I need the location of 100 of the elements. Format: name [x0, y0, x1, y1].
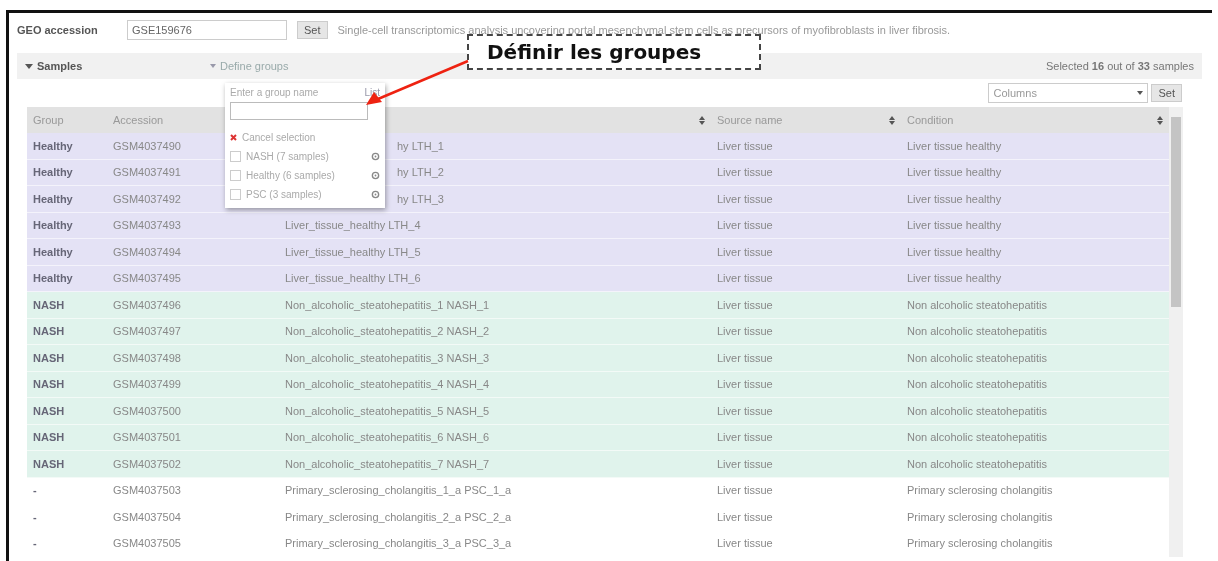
- title-cell-text: Non_alcoholic_steatohepatitis_1 NASH_1: [284, 298, 491, 311]
- sample-row[interactable]: NASH GSM4037499 Non_alcoholic_steatohepatitis_4 NASH_4 Liver tissue Non alcoholic steatohepatitis: [27, 371, 1169, 398]
- source-cell-text: Liver tissue: [716, 431, 774, 444]
- geo-accession-label: GEO accession: [17, 24, 99, 36]
- condition-cell-text: Primary sclerosing cholangitis: [906, 537, 1054, 550]
- source-cell-text: Liver tissue: [716, 537, 774, 550]
- title-cell-text: Liver_tissue_healthy LTH_5: [284, 245, 422, 258]
- settings-icon[interactable]: [371, 171, 380, 180]
- sample-row[interactable]: NASH GSM4037500 Non_alcoholic_steatohepatitis_5 NASH_5 Liver tissue Non alcoholic steatohepatitis: [27, 398, 1169, 425]
- condition-cell-text: Liver tissue healthy: [906, 139, 1003, 152]
- condition-cell-text: Non alcoholic steatohepatitis: [906, 298, 1049, 311]
- group-label: PSC (3 samples): [246, 189, 322, 200]
- accession-cell-text: GSM4037504: [112, 510, 182, 523]
- sample-row[interactable]: Healthy GSM4037494 Liver_tissue_healthy LTH_5 Liver tissue Liver tissue healthy: [27, 239, 1169, 266]
- condition-cell-text: Liver tissue healthy: [906, 245, 1003, 258]
- group-cell-text: NASH: [32, 298, 66, 311]
- title-cell-text: Non_alcoholic_steatohepatitis_3 NASH_3: [284, 351, 491, 364]
- settings-icon[interactable]: [371, 152, 380, 161]
- close-icon: [230, 134, 237, 141]
- title-cell-text: Non_alcoholic_steatohepatitis_4 NASH_4: [284, 378, 491, 391]
- accession-cell-text: GSM4037500: [112, 404, 182, 417]
- accession-cell-text: GSM4037499: [112, 378, 182, 391]
- condition-cell-text: Primary sclerosing cholangitis: [906, 484, 1054, 497]
- sample-row[interactable]: NASH GSM4037496 Non_alcoholic_steatohepatitis_1 NASH_1 Liver tissue Non alcoholic steatohepatitis: [27, 292, 1169, 319]
- accession-cell-text: GSM4037492: [112, 192, 182, 205]
- source-cell-text: Liver tissue: [716, 325, 774, 338]
- condition-cell-text: Liver tissue healthy: [906, 272, 1003, 285]
- source-cell-text: Liver tissue: [716, 166, 774, 179]
- condition-cell-text: Non alcoholic steatohepatitis: [906, 404, 1049, 417]
- title-cell-text: Non_alcoholic_steatohepatitis_7 NASH_7: [284, 457, 491, 470]
- group-checkbox[interactable]: [230, 170, 241, 181]
- condition-cell-text: Primary sclerosing cholangitis: [906, 510, 1054, 523]
- columns-select[interactable]: Columns: [988, 83, 1149, 103]
- sort-icon[interactable]: [889, 115, 895, 125]
- condition-cell-text: Liver tissue healthy: [906, 219, 1003, 232]
- condition-cell-text: Liver tissue healthy: [906, 166, 1003, 179]
- sample-row[interactable]: NASH GSM4037501 Non_alcoholic_steatohepatitis_6 NASH_6 Liver tissue Non alcoholic steatohepatitis: [27, 424, 1169, 451]
- sort-icon[interactable]: [699, 115, 705, 125]
- group-checkbox[interactable]: [230, 151, 241, 162]
- accession-cell-text: GSM4037493: [112, 219, 182, 232]
- accession-cell-text: GSM4037505: [112, 537, 182, 550]
- accession-input[interactable]: GSE159676: [127, 20, 287, 40]
- group-cell-text: Healthy: [32, 272, 74, 285]
- title-cell-text: Non_alcoholic_steatohepatitis_6 NASH_6: [284, 431, 491, 444]
- accession-cell-text: GSM4037491: [112, 166, 182, 179]
- title-cell-text: Primary_sclerosing_cholangitis_3_a PSC_3_a: [284, 537, 513, 550]
- condition-cell-text: Non alcoholic steatohepatitis: [906, 378, 1049, 391]
- group-cell-text: -: [32, 510, 38, 523]
- condition-cell-text: Non alcoholic steatohepatitis: [906, 457, 1049, 470]
- condition-cell-text: Non alcoholic steatohepatitis: [906, 351, 1049, 364]
- sample-row[interactable]: Healthy GSM4037493 Liver_tissue_healthy LTH_4 Liver tissue Liver tissue healthy: [27, 212, 1169, 239]
- sample-row[interactable]: NASH GSM4037498 Non_alcoholic_steatohepatitis_3 NASH_3 Liver tissue Non alcoholic steatohepatitis: [27, 345, 1169, 372]
- group-cell-text: NASH: [32, 431, 66, 444]
- group-cell-text: Healthy: [32, 139, 74, 152]
- group-cell-text: NASH: [32, 378, 66, 391]
- source-cell-text: Liver tissue: [716, 484, 774, 497]
- group-label: Healthy (6 samples): [246, 170, 335, 181]
- accession-cell-text: GSM4037494: [112, 245, 182, 258]
- source-cell-text: Liver tissue: [716, 510, 774, 523]
- sample-row[interactable]: NASH GSM4037502 Non_alcoholic_steatohepatitis_7 NASH_7 Liver tissue Non alcoholic steatohepatitis: [27, 451, 1169, 478]
- samples-toggle[interactable]: Samples: [25, 60, 210, 72]
- group-cell-text: NASH: [32, 325, 66, 338]
- group-name-prompt: Enter a group name: [230, 87, 319, 98]
- set-button[interactable]: Set: [297, 21, 328, 39]
- group-cell-text: NASH: [32, 404, 66, 417]
- condition-cell-text: Non alcoholic steatohepatitis: [906, 325, 1049, 338]
- caret-icon: [210, 64, 216, 68]
- group-cell-text: Healthy: [32, 245, 74, 258]
- source-cell-text: Liver tissue: [716, 298, 774, 311]
- settings-icon[interactable]: [371, 190, 380, 199]
- selection-count: Selected 16 out of 33 samples: [1045, 60, 1194, 72]
- scrollbar[interactable]: [1169, 107, 1183, 557]
- group-cell-text: Healthy: [32, 166, 74, 179]
- source-cell-text: Liver tissue: [716, 192, 774, 205]
- group-cell-text: -: [32, 484, 38, 497]
- source-cell-text: Liver tissue: [716, 139, 774, 152]
- group-cell-text: NASH: [32, 457, 66, 470]
- series-description: Single-cell transcriptomics analysis uncovering portal mesenchymal stem cells as precursors of myofibroblasts in liver fibrosis.: [337, 24, 951, 36]
- sample-row[interactable]: NASH GSM4037497 Non_alcoholic_steatohepatitis_2 NASH_2 Liver tissue Non alcoholic steatohepatitis: [27, 318, 1169, 345]
- group-checkbox[interactable]: [230, 189, 241, 200]
- title-cell-text: hy LTH_2: [396, 166, 445, 179]
- source-cell-text: Liver tissue: [716, 245, 774, 258]
- group-name-input[interactable]: [230, 102, 368, 120]
- source-cell-text: Liver tissue: [716, 219, 774, 232]
- group-cell-text: Healthy: [32, 219, 74, 232]
- sort-icon[interactable]: [1157, 115, 1163, 125]
- title-cell-text: hy LTH_3: [396, 192, 445, 205]
- title-cell-text: Liver_tissue_healthy LTH_4: [284, 219, 422, 232]
- accession-cell-text: GSM4037501: [112, 431, 182, 444]
- accession-cell-text: GSM4037502: [112, 457, 182, 470]
- source-cell-text: Liver tissue: [716, 378, 774, 391]
- group-cell-text: Healthy: [32, 192, 74, 205]
- source-cell-text: Liver tissue: [716, 457, 774, 470]
- title-cell-text: Primary_sclerosing_cholangitis_2_a PSC_2_a: [284, 510, 513, 523]
- sample-row[interactable]: Healthy GSM4037495 Liver_tissue_healthy LTH_6 Liver tissue Liver tissue healthy: [27, 265, 1169, 292]
- condition-cell-text: Non alcoholic steatohepatitis: [906, 431, 1049, 444]
- accession-cell-text: GSM4037490: [112, 139, 182, 152]
- columns-set-button[interactable]: Set: [1151, 84, 1182, 102]
- title-cell-text: Liver_tissue_healthy LTH_6: [284, 272, 422, 285]
- source-cell-text: Liver tissue: [716, 351, 774, 364]
